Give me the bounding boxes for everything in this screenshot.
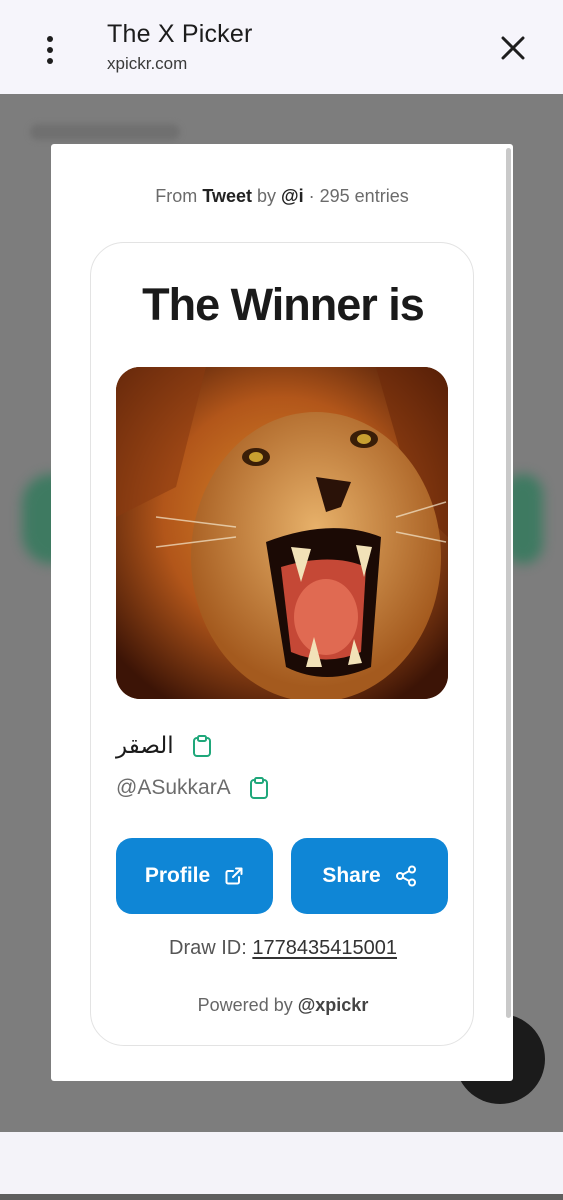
- winner-avatar-image: [116, 367, 448, 699]
- system-nav-edge: [0, 1194, 563, 1200]
- clipboard-icon[interactable]: [249, 777, 269, 799]
- scrollbar[interactable]: [506, 148, 511, 1018]
- powered-by: Powered by @xpickr: [91, 995, 475, 1016]
- source-author: @i: [281, 186, 304, 206]
- source-separator: ·: [308, 186, 315, 206]
- share-button[interactable]: Share: [291, 838, 448, 914]
- profile-button[interactable]: Profile: [116, 838, 273, 914]
- winner-handle-row: @ASukkarA: [116, 776, 269, 800]
- browser-title-block: The X Picker xpickr.com: [107, 20, 253, 74]
- close-icon[interactable]: [497, 32, 529, 64]
- profile-button-label: Profile: [144, 864, 211, 887]
- winner-modal: From Tweet by @i · 295 entries The Winne…: [51, 144, 513, 1081]
- winner-handle: @ASukkarA: [116, 776, 231, 799]
- winner-name-row: الصقر: [116, 733, 212, 759]
- source-info: From Tweet by @i · 295 entries: [51, 186, 513, 207]
- winner-card: The Winner is الصقر @ASukkarA Profile Sh…: [90, 242, 474, 1046]
- share-button-label: Share: [322, 864, 381, 887]
- page-title: The X Picker: [107, 20, 253, 48]
- external-link-icon: [225, 867, 243, 885]
- clipboard-icon[interactable]: [192, 735, 212, 757]
- background-header-blur: [30, 124, 180, 140]
- source-prefix: From: [155, 186, 198, 206]
- winner-heading: The Winner is: [142, 279, 425, 330]
- draw-id-row: Draw ID: 1778435415001: [91, 937, 475, 960]
- powered-brand-link[interactable]: @xpickr: [298, 995, 369, 1015]
- share-icon: [395, 865, 416, 887]
- page-url: xpickr.com: [107, 54, 188, 73]
- more-vert-icon[interactable]: [36, 30, 64, 70]
- source-type: Tweet: [202, 186, 252, 206]
- winner-name: الصقر: [116, 733, 174, 759]
- entries-count: 295 entries: [319, 186, 409, 206]
- draw-id-link[interactable]: 1778435415001: [252, 937, 397, 959]
- draw-id-label: Draw ID:: [169, 937, 247, 959]
- source-by: by: [257, 186, 277, 206]
- powered-prefix: Powered by: [197, 995, 293, 1015]
- bottom-bar: [0, 1132, 563, 1194]
- browser-toolbar: The X Picker xpickr.com: [0, 0, 563, 94]
